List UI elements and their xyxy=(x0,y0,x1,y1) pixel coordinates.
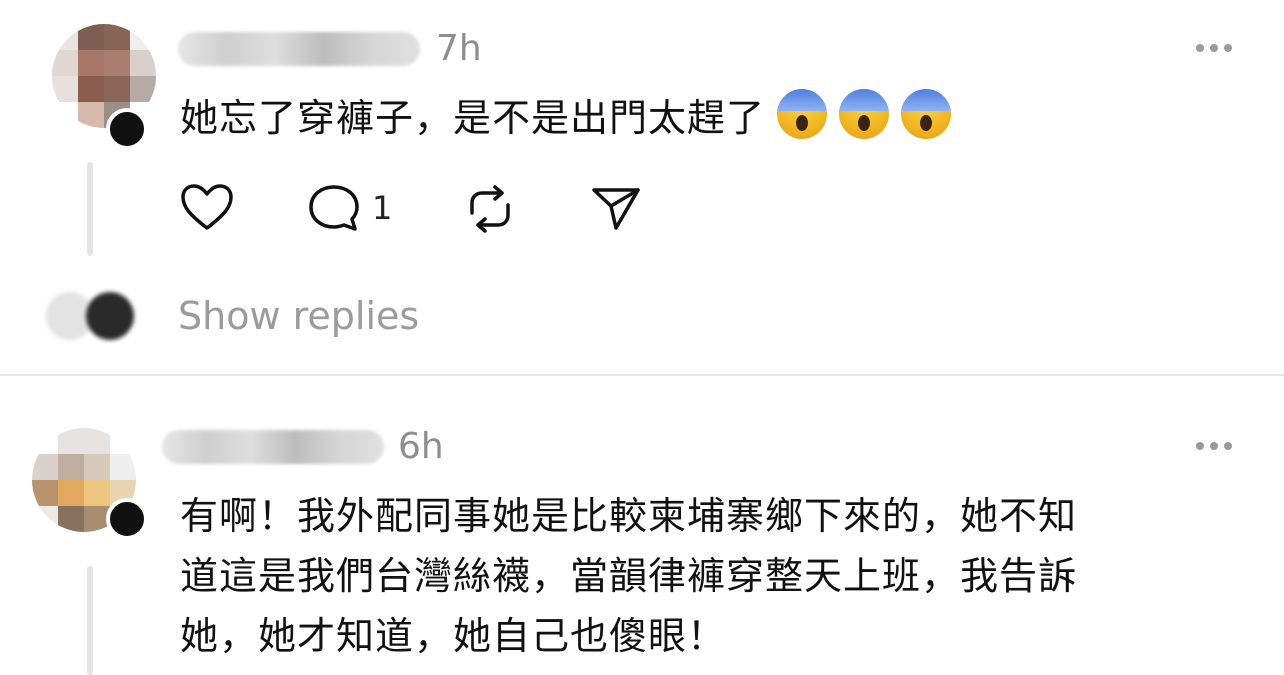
username-blurred[interactable] xyxy=(178,32,420,66)
repost-icon[interactable] xyxy=(464,183,516,235)
comment-text: 有啊！我外配同事她是比較柬埔寨鄉下來的，她不知 道這是我們台灣絲襪，當韻律褲穿整… xyxy=(180,486,1077,666)
comment-bubble-icon[interactable] xyxy=(307,183,361,233)
comment-line: 她，她才知道，她自己也傻眼！ xyxy=(180,614,727,658)
show-replies-link[interactable]: Show replies xyxy=(178,297,419,335)
timestamp: 7h xyxy=(436,28,482,69)
share-send-icon[interactable] xyxy=(590,184,642,232)
follow-badge-icon[interactable] xyxy=(106,498,148,540)
scream-emoji-icon xyxy=(901,89,952,139)
reply-count: 1 xyxy=(372,189,393,227)
thread-line xyxy=(87,566,93,675)
like-heart-icon[interactable] xyxy=(180,183,234,233)
more-options-icon[interactable] xyxy=(1196,44,1232,52)
reply-avatar xyxy=(86,292,134,340)
more-options-icon[interactable] xyxy=(1196,442,1232,450)
thread-line xyxy=(87,162,93,256)
divider xyxy=(0,374,1284,376)
timestamp: 6h xyxy=(398,426,444,467)
comment-body: 她忘了穿褲子，是不是出門太趕了 xyxy=(180,96,766,140)
scream-emoji-icon xyxy=(839,89,890,139)
follow-badge-icon[interactable] xyxy=(106,108,148,150)
comment-line: 道這是我們台灣絲襪，當韻律褲穿整天上班，我告訴 xyxy=(180,554,1078,598)
comment-line: 有啊！我外配同事她是比較柬埔寨鄉下來的，她不知 xyxy=(180,494,1078,538)
comment-text: 她忘了穿褲子，是不是出門太趕了 xyxy=(180,88,952,148)
scream-emoji-icon xyxy=(777,89,828,139)
username-blurred[interactable] xyxy=(162,430,384,464)
